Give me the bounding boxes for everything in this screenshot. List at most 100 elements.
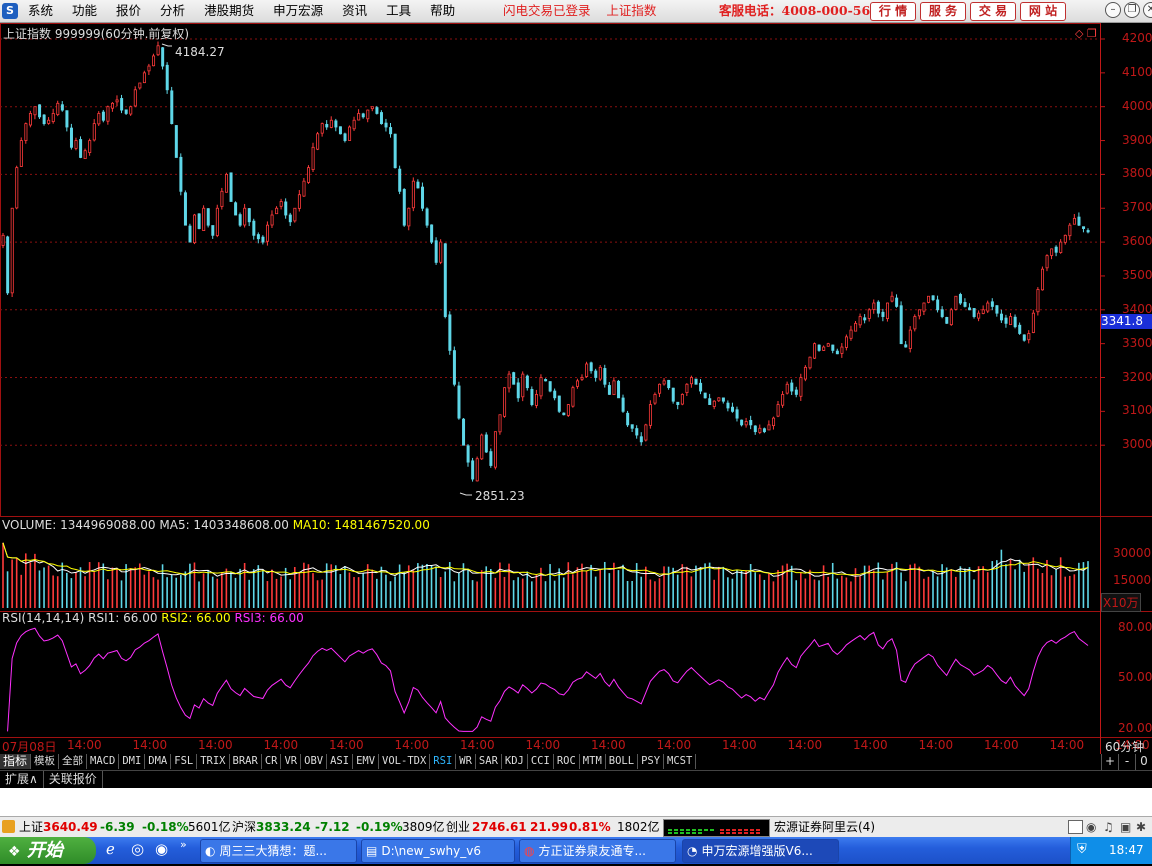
candle-body <box>88 140 92 153</box>
candle-body <box>174 125 178 158</box>
candle-body <box>297 194 301 209</box>
tab-psy[interactable]: PSY <box>638 754 665 769</box>
tab-指标[interactable]: 指标 <box>0 754 32 769</box>
overflow-chevron-icon[interactable]: » <box>180 838 187 851</box>
tab-sar[interactable]: SAR <box>476 754 502 769</box>
tab-vr[interactable]: VR <box>281 754 302 769</box>
zoom-out-button[interactable]: - <box>1118 754 1135 770</box>
candle-body <box>603 368 607 385</box>
candle-body <box>179 156 183 192</box>
taskbar-button-swhy[interactable]: ◔ 申万宏源增强版V6... <box>682 839 839 863</box>
menu-item-quote[interactable]: 报价 <box>116 0 150 22</box>
notepad-icon[interactable] <box>1068 820 1083 834</box>
menu-item-tools[interactable]: 工具 <box>386 0 420 22</box>
window-icon[interactable]: ❐ <box>1087 27 1097 40</box>
tab-mcst[interactable]: MCST <box>664 754 697 769</box>
tab-wr[interactable]: WR <box>456 754 476 769</box>
menu-item-help[interactable]: 帮助 <box>430 0 464 22</box>
diamond-icon[interactable]: ◇ <box>1075 27 1084 40</box>
tab-asi[interactable]: ASI <box>327 754 354 769</box>
tab-cr[interactable]: CR <box>262 754 282 769</box>
tab-模板[interactable]: 模板 <box>31 754 60 769</box>
tab-emv[interactable]: EMV <box>353 754 380 769</box>
hs-label: 沪深 <box>232 820 257 834</box>
candle-body <box>28 113 32 126</box>
tab-brar[interactable]: BRAR <box>230 754 262 769</box>
taskbar-button-article[interactable]: ◐ 周三三大猜想：题... <box>200 839 357 863</box>
tab-related-quotes[interactable]: 关联报价 <box>44 771 103 788</box>
minimize-icon[interactable]: – <box>1105 2 1121 18</box>
bell-icon[interactable]: ♫ <box>1103 817 1114 838</box>
candle-body <box>238 214 242 226</box>
zoom-in-button[interactable]: + <box>1101 754 1118 770</box>
tab-mtm[interactable]: MTM <box>580 754 606 769</box>
candle-body <box>10 207 14 294</box>
website-button[interactable]: 网 站 <box>1020 2 1066 21</box>
candle-body <box>881 311 885 317</box>
tab-vol-tdx[interactable]: VOL-TDX <box>379 754 431 769</box>
menu-item-hk-futures[interactable]: 港股期货 <box>204 0 263 22</box>
service-button[interactable]: 服 务 <box>920 2 966 21</box>
candle-body <box>904 344 908 348</box>
tab-rsi[interactable]: RSI <box>430 754 457 769</box>
lock-icon[interactable] <box>2 820 15 833</box>
menu-item-function[interactable]: 功能 <box>72 0 106 22</box>
menu-item-analysis[interactable]: 分析 <box>160 0 194 22</box>
candle-body <box>60 104 64 111</box>
menu-item-news[interactable]: 资讯 <box>342 0 376 22</box>
tab-obv[interactable]: OBV <box>301 754 328 769</box>
tab-cci[interactable]: CCI <box>528 754 554 769</box>
menu-item-swhy[interactable]: 申万宏源 <box>273 0 332 22</box>
tab-boll[interactable]: BOLL <box>606 754 639 769</box>
taskbar-button-folder[interactable]: ▤ D:\new_swhy_v6 <box>361 839 515 863</box>
high-price-label: 4184.27 <box>175 45 225 59</box>
candle-body <box>945 317 949 324</box>
candle-body <box>794 389 798 395</box>
status-bar: 上证 3640.49 -6.39 -0.18% 5601亿 沪深 3833.24… <box>0 816 1152 838</box>
price-chart[interactable]: ◇ ❐ <box>0 23 1152 754</box>
hs-pct: -0.19% <box>356 820 403 834</box>
tab-全部[interactable]: 全部 <box>59 754 88 769</box>
ie-icon[interactable]: ℯ <box>106 840 115 858</box>
candle-body <box>370 106 374 110</box>
signal-icon[interactable]: ◉ <box>1086 817 1096 838</box>
lock-status-icon[interactable]: ▣ <box>1120 817 1131 838</box>
restore-icon[interactable]: ❐ <box>1124 2 1140 18</box>
close-icon[interactable]: ✕ <box>1143 2 1152 18</box>
tab-extend[interactable]: 扩展∧ <box>0 771 44 788</box>
menu-item-system[interactable]: 系统 <box>28 0 62 22</box>
market-button[interactable]: 行 情 <box>870 2 916 21</box>
shield-icon[interactable]: ⛨ <box>1077 842 1087 857</box>
tab-macd[interactable]: MACD <box>87 754 120 769</box>
tab-roc[interactable]: ROC <box>554 754 580 769</box>
chrome-icon[interactable]: ◉ <box>155 840 168 858</box>
candle-body <box>607 385 611 395</box>
explorer-icon[interactable]: ◎ <box>131 840 144 858</box>
time-axis-label: 14:00 <box>460 738 495 752</box>
time-axis-label: 14:00 <box>198 738 233 752</box>
candle-body <box>229 172 233 202</box>
time-axis-label: 14:00 <box>1049 738 1085 752</box>
trade-button[interactable]: 交 易 <box>970 2 1016 21</box>
swhy-icon: ◔ <box>687 844 698 858</box>
candle-body <box>635 428 639 436</box>
tab-dmi[interactable]: DMI <box>119 754 146 769</box>
tab-kdj[interactable]: KDJ <box>502 754 528 769</box>
candle-body <box>1045 255 1049 269</box>
app-logo-icon[interactable]: S <box>2 3 18 19</box>
server-name[interactable]: 宏源证券阿里云(4) <box>774 817 875 838</box>
tab-fsl[interactable]: FSL <box>171 754 198 769</box>
candle-body <box>1063 234 1067 243</box>
volume-value: VOLUME: 1344969088.00 <box>2 518 156 532</box>
tab-trix[interactable]: TRIX <box>197 754 230 769</box>
tab-dma[interactable]: DMA <box>145 754 172 769</box>
settings-icon[interactable]: ✱ <box>1136 817 1146 838</box>
time-axis-label: 14:00 <box>263 738 299 752</box>
candle-body <box>133 89 137 107</box>
taskbar-button-fangzheng[interactable]: ◍ 方正证券泉友通专... <box>519 839 676 863</box>
candle-body <box>776 404 780 417</box>
period-label[interactable]: 60分钟 <box>1105 738 1144 755</box>
candle-body <box>940 309 944 317</box>
start-button[interactable]: ❖ 开始 <box>0 837 96 864</box>
candle-body <box>1050 248 1054 256</box>
